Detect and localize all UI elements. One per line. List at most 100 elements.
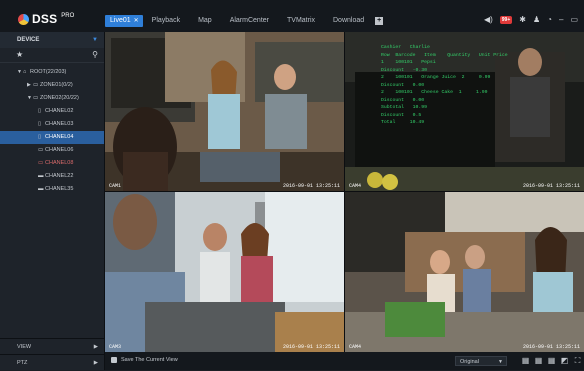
tab-playback[interactable]: Playback <box>143 15 189 27</box>
pos-line: 1 100101 Pepsi <box>381 60 436 65</box>
fullscreen-icon[interactable]: ⛶ <box>573 356 582 365</box>
view-label: VIEW <box>17 344 32 350</box>
gear-icon[interactable]: ✱ <box>519 15 526 25</box>
tab-map[interactable]: Map <box>189 15 221 27</box>
tree-node-channel[interactable]: ▯ CHANEL03 <box>0 118 104 131</box>
volume-icon[interactable]: ◀) <box>484 15 493 25</box>
camera-icon: ▯ <box>38 121 42 127</box>
tab-download[interactable]: Download <box>324 15 373 27</box>
tree-node-label: CHANEL06 <box>45 147 74 153</box>
tree-node-root[interactable]: ▼⌂ ROOT(22/203) <box>0 66 104 79</box>
video-feed-4 <box>345 192 584 352</box>
pos-line: Discount 0.00 <box>381 97 425 103</box>
search-icon[interactable]: ⚲ <box>92 48 98 62</box>
gauge-icon[interactable]: ◔ <box>547 15 552 25</box>
tree-node-label: CHANEL04 <box>45 134 74 140</box>
tab-live01[interactable]: Live01 ✕ <box>105 15 143 27</box>
video-cell-4[interactable]: CAM4 2016-09-01 13:25:11 <box>345 192 584 352</box>
ptz-label: PTZ <box>17 360 28 366</box>
save-view-button[interactable]: Save The Current View <box>111 357 178 363</box>
sidebar: DEVICE ▼ ★ ⚲ ▼⌂ ROOT(22/203) ▶ ▭ ZONE01(0/2… <box>0 32 105 370</box>
logo-icon <box>18 13 29 25</box>
video-feed-1 <box>105 32 344 191</box>
close-icon[interactable]: ✕ <box>134 18 139 24</box>
star-icon[interactable]: ★ <box>16 48 23 62</box>
tree-node-zone01[interactable]: ▶ ▭ ZONE01(0/2) <box>0 79 104 92</box>
video-grid: CAM1 2016-09-01 13:25:11 Cashier Charlie… <box>105 32 584 352</box>
device-tree: ▼⌂ ROOT(22/203) ▶ ▭ ZONE01(0/2) ▼▭ ZONE02(20… <box>0 63 104 196</box>
device-search-bar: ★ ⚲ <box>0 48 104 63</box>
pos-receipt-overlay: Cashier Charlie Row Barcode Item Quantity… <box>381 44 508 127</box>
tree-node-channel[interactable]: ▭ CHANEL06 <box>0 144 104 157</box>
tree-node-channel-selected[interactable]: ▯ CHANEL04 <box>0 131 104 144</box>
tree-node-channel[interactable]: ▬ CHANEL35 <box>0 183 104 196</box>
layout-2x2-icon[interactable]: ▦ <box>521 356 530 365</box>
video-feed-3 <box>105 192 344 352</box>
folder-icon: ▭ <box>33 82 39 88</box>
device-header-label: DEVICE <box>17 37 40 43</box>
camera-timestamp: 2016-09-01 13:25:11 <box>522 183 580 189</box>
layout-4x4-icon[interactable]: ▦ <box>547 356 556 365</box>
chevron-right-icon[interactable]: ▶ <box>94 355 98 371</box>
top-bar: DSS PRO Live01 ✕ Playback Map AlarmCenter… <box>0 0 584 32</box>
monitor-icon: ▭ <box>38 160 44 166</box>
video-cell-2[interactable]: Cashier Charlie Row Barcode Item Quantity… <box>345 32 584 191</box>
video-cell-1[interactable]: CAM1 2016-09-01 13:25:11 <box>105 32 344 191</box>
camera-label: CAM3 <box>109 344 122 350</box>
tree-node-channel-offline[interactable]: ▭ CHANEL08 <box>0 157 104 170</box>
ptz-panel-header[interactable]: PTZ ▶ <box>0 354 104 370</box>
layout-switcher: ▦ ▦ ▦ ◩ ⛶ <box>521 356 582 365</box>
folder-icon: ▭ <box>33 95 39 101</box>
camera-label: CAM1 <box>109 183 122 189</box>
bullet-camera-icon: ▬ <box>38 173 44 179</box>
tree-node-channel[interactable]: ▬ CHANEL22 <box>0 170 104 183</box>
video-cell-3[interactable]: CAM3 2016-09-01 13:25:11 <box>105 192 344 352</box>
tab-alarmcenter[interactable]: AlarmCenter <box>221 15 278 27</box>
tab-label: Live01 <box>110 17 131 24</box>
save-view-label: Save The Current View <box>121 357 178 363</box>
tree-node-label: CHANEL08 <box>45 160 74 166</box>
aspect-ratio-select[interactable]: Original ▼ <box>455 356 507 366</box>
device-panel-header[interactable]: DEVICE ▼ <box>0 32 104 48</box>
logo-suffix: PRO <box>61 13 75 19</box>
restore-icon[interactable]: ▭ <box>570 15 578 25</box>
bottom-toolbar: Save The Current View Original ▼ ▦ ▦ ▦ ◩… <box>105 352 584 370</box>
pos-line: Discount 0.00 <box>381 82 425 88</box>
user-icon[interactable]: ♟ <box>533 15 540 25</box>
pos-line: Total 10.49 <box>381 120 425 125</box>
monitor-icon: ▭ <box>38 147 44 153</box>
layout-custom-icon[interactable]: ◩ <box>560 356 569 365</box>
pos-line: Discount -0.30 <box>381 67 428 73</box>
tree-node-label: CHANEL22 <box>45 173 74 179</box>
tree-node-label: ROOT(22/203) <box>30 69 67 75</box>
camera-timestamp: 2016-09-01 13:25:11 <box>282 183 340 189</box>
save-icon <box>111 357 117 363</box>
chevron-down-icon: ▼ <box>498 359 503 365</box>
chevron-down-icon[interactable]: ▼ <box>92 32 98 48</box>
view-panel-header[interactable]: VIEW ▶ <box>0 338 104 354</box>
group-icon: ⌂ <box>23 69 27 75</box>
camera-icon: ▯ <box>38 108 42 114</box>
tree-node-label: ZONE02(20/22) <box>40 95 79 101</box>
tree-node-label: ZONE01(0/2) <box>40 82 73 88</box>
pos-line: Subtotal 10.99 <box>381 105 428 110</box>
tab-tvmatrix[interactable]: TVMatrix <box>278 15 324 27</box>
module-tabs: Live01 ✕ Playback Map AlarmCenter TVMatri… <box>105 15 384 27</box>
tree-node-zone02[interactable]: ▼▭ ZONE02(20/22) <box>0 92 104 105</box>
layout-3x3-icon[interactable]: ▦ <box>534 356 543 365</box>
tree-node-channel[interactable]: ▯ CHANEL02 <box>0 105 104 118</box>
minimize-icon[interactable]: – <box>559 15 563 25</box>
status-area: ◀) 99+ ✱ ♟ ◔ – ▭ <box>484 15 578 25</box>
pos-line: Row Barcode Item Quantity Unit Price <box>381 52 508 58</box>
alarm-count-badge[interactable]: 99+ <box>499 16 513 24</box>
add-tab-icon[interactable]: + <box>375 17 384 25</box>
tree-node-label: CHANEL35 <box>45 186 74 192</box>
tree-node-label: CHANEL02 <box>45 108 74 114</box>
chevron-right-icon[interactable]: ▶ <box>94 339 98 355</box>
camera-label: CAM4 <box>349 183 362 189</box>
pos-line: Discount 0.5 <box>381 112 422 118</box>
camera-icon: ▯ <box>38 134 42 140</box>
pos-line: 2 100101 Orange Juice 2 0.99 <box>381 75 491 80</box>
logo-text: DSS <box>32 12 58 26</box>
tree-node-label: CHANEL03 <box>45 121 74 127</box>
